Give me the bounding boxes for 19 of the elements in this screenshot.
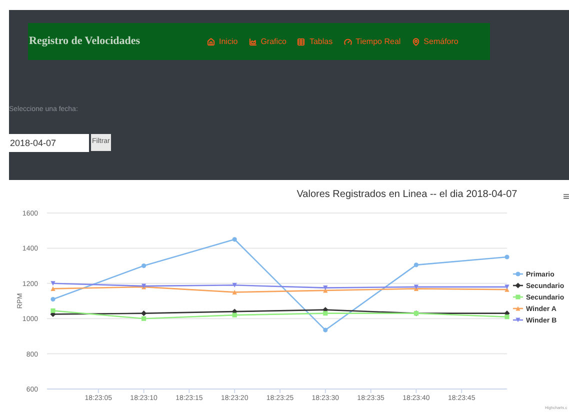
data-point: [232, 290, 237, 294]
data-point: [414, 262, 418, 268]
data-point: [142, 264, 146, 268]
data-point: [50, 296, 56, 302]
area-chart-icon: [248, 38, 257, 46]
data-point: [232, 282, 237, 288]
home-icon: [207, 38, 215, 46]
menu-icon[interactable]: ≡: [563, 191, 569, 203]
gauge-icon: [344, 38, 352, 46]
table-icon: [297, 38, 306, 46]
chart-title: Valores Registrados en Linea -- el dia 2018-04-07: [296, 189, 518, 200]
data-point: [323, 328, 328, 332]
data-point: [232, 237, 237, 242]
map-pin-icon: [412, 38, 420, 46]
brand-title[interactable]: Registro de Velocidades: [29, 33, 207, 50]
legend-symbol-icon[interactable]: [513, 282, 523, 288]
date-field[interactable]: 2018-04-07: [9, 134, 89, 152]
data-point: [414, 311, 418, 316]
data-point: [504, 254, 510, 260]
